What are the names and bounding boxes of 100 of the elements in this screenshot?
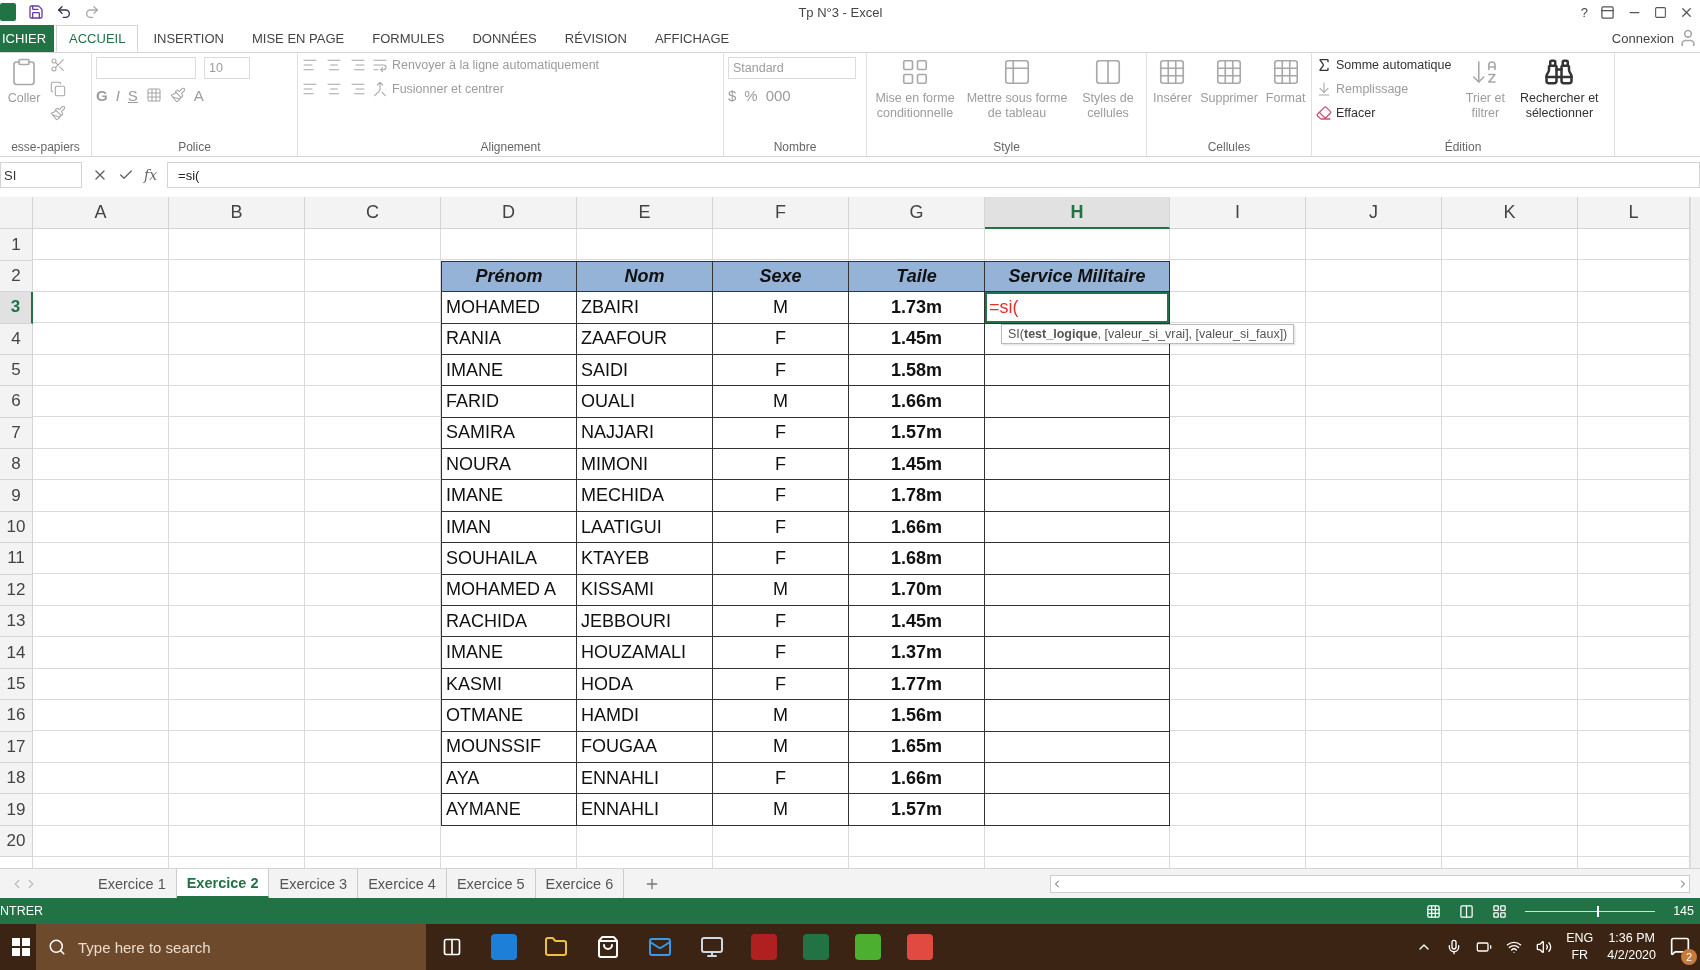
row-header[interactable]: 16 bbox=[0, 700, 33, 732]
row-header[interactable]: 19 bbox=[0, 794, 33, 826]
table-cell: ENNAHLI bbox=[577, 763, 713, 795]
zoom-level: 145 bbox=[1673, 904, 1694, 919]
column-header[interactable]: A bbox=[33, 197, 169, 230]
function-button[interactable]: fx bbox=[144, 167, 158, 184]
store-icon[interactable] bbox=[596, 935, 620, 960]
column-header[interactable]: B bbox=[169, 197, 305, 230]
table-cell: OTMANE bbox=[441, 700, 577, 732]
undo-icon[interactable] bbox=[56, 4, 72, 21]
row-header[interactable]: 18 bbox=[0, 763, 33, 795]
group-label: Alignement bbox=[480, 140, 541, 155]
row-header[interactable]: 13 bbox=[0, 606, 33, 638]
row-header[interactable]: 6 bbox=[0, 386, 33, 418]
table-cell: 1.66m bbox=[849, 763, 985, 795]
vertical-scrollbar[interactable] bbox=[1690, 197, 1700, 869]
table-cell: F bbox=[713, 606, 849, 638]
row-header[interactable]: 3 bbox=[0, 292, 33, 324]
save-icon[interactable] bbox=[28, 4, 44, 21]
column-header[interactable]: F bbox=[713, 197, 849, 230]
column-header[interactable]: J bbox=[1306, 197, 1442, 230]
ribbon-tab[interactable]: MISE EN PAGE bbox=[239, 24, 358, 52]
page-layout-icon[interactable] bbox=[1459, 903, 1475, 919]
row-header[interactable]: 20 bbox=[0, 825, 33, 858]
ribbon-tab[interactable]: FORMULES bbox=[359, 24, 458, 52]
ribbon-tab[interactable]: AFFICHAGE bbox=[641, 24, 743, 52]
row-header[interactable]: 2 bbox=[0, 260, 33, 293]
column-header[interactable]: G bbox=[849, 197, 985, 230]
page-break-icon[interactable] bbox=[1492, 903, 1508, 919]
table-cell: M bbox=[713, 292, 849, 324]
volume-icon[interactable] bbox=[1536, 939, 1553, 956]
table-cell: HODA bbox=[577, 668, 713, 701]
row-header[interactable]: 4 bbox=[0, 323, 33, 355]
table-cell: 1.77m bbox=[849, 668, 985, 701]
column-title: Prénom bbox=[441, 260, 577, 293]
row-header[interactable]: 7 bbox=[0, 417, 33, 450]
ribbon-options-icon[interactable] bbox=[1600, 4, 1615, 20]
language-label[interactable]: ENG bbox=[1566, 929, 1594, 948]
brush-icon[interactable] bbox=[50, 104, 66, 121]
table-cell: KTAYEB bbox=[577, 543, 713, 575]
clear-button[interactable]: Effacer bbox=[1316, 104, 1452, 121]
table-cell: AYMANE bbox=[441, 794, 577, 826]
redo-icon[interactable] bbox=[84, 4, 100, 21]
taskbar-search-field[interactable]: Type here to search bbox=[36, 924, 426, 970]
file-tab[interactable]: ICHIER bbox=[0, 24, 55, 52]
row-header[interactable]: 5 bbox=[0, 354, 33, 387]
monitor-icon[interactable] bbox=[700, 935, 724, 960]
column-header[interactable]: L bbox=[1578, 197, 1690, 230]
column-header[interactable]: C bbox=[305, 197, 441, 230]
column-header[interactable]: H bbox=[985, 197, 1170, 230]
table-cell: KISSAMI bbox=[577, 574, 713, 607]
horizontal-scrollbar[interactable] bbox=[1050, 874, 1690, 893]
table-cell: IMANE bbox=[441, 637, 577, 669]
row-header[interactable]: 15 bbox=[0, 668, 33, 701]
cut-icon[interactable] bbox=[50, 56, 66, 73]
sheet-tab[interactable]: Exercice 2 bbox=[176, 869, 270, 899]
row-header[interactable]: 10 bbox=[0, 511, 33, 544]
column-header[interactable]: I bbox=[1170, 197, 1306, 230]
clock-date[interactable]: 4/2/2020 bbox=[1607, 947, 1656, 965]
formula-field[interactable]: =si( bbox=[167, 162, 1700, 189]
row-header[interactable]: 12 bbox=[0, 574, 33, 607]
row-header[interactable]: 1 bbox=[0, 229, 33, 261]
normal-view-icon[interactable] bbox=[1426, 903, 1442, 919]
find-select-button[interactable]: Rechercher et sélectionner bbox=[1519, 56, 1600, 123]
ribbon-tab[interactable]: DONNÉES bbox=[459, 24, 550, 52]
autosum-button[interactable]: Somme automatique bbox=[1316, 56, 1452, 73]
table-cell: ZAAFOUR bbox=[577, 323, 713, 355]
table-cell: 1.66m bbox=[849, 511, 985, 544]
start-icon[interactable] bbox=[12, 938, 30, 957]
font-field[interactable] bbox=[96, 56, 196, 79]
row-header[interactable]: 17 bbox=[0, 731, 33, 763]
wifi-icon[interactable] bbox=[1506, 939, 1523, 956]
clock-time[interactable]: 1:36 PM bbox=[1608, 929, 1655, 948]
ribbon-tab[interactable]: RÉVISION bbox=[551, 24, 640, 52]
row-header[interactable]: 9 bbox=[0, 480, 33, 512]
group-label: Édition bbox=[1444, 140, 1482, 155]
table-cell: SOUHAILA bbox=[441, 543, 577, 575]
fill-down-icon bbox=[1316, 80, 1332, 97]
column-header[interactable]: E bbox=[577, 197, 713, 230]
sigma-icon bbox=[1316, 56, 1332, 73]
name-box[interactable]: SI bbox=[0, 162, 82, 189]
table-cell: F bbox=[713, 323, 849, 355]
ribbon-tab[interactable]: INSERTION bbox=[140, 24, 237, 52]
row-header[interactable]: 8 bbox=[0, 449, 33, 481]
help-button[interactable]: ? bbox=[1580, 4, 1588, 20]
table-cell: 1.58m bbox=[849, 354, 985, 387]
table-cell: MOHAMED bbox=[441, 292, 577, 324]
table-cell: F bbox=[713, 763, 849, 795]
column-header[interactable]: K bbox=[1442, 197, 1578, 230]
task-view-icon[interactable] bbox=[442, 937, 462, 958]
keyboard-layout[interactable]: FR bbox=[1571, 947, 1589, 965]
formula-cell[interactable]: =si( bbox=[985, 292, 1170, 324]
row-header[interactable]: 11 bbox=[0, 543, 33, 575]
table-cell: F bbox=[713, 637, 849, 669]
table-cell: 1.70m bbox=[849, 574, 985, 607]
column-header[interactable]: D bbox=[441, 197, 577, 230]
row-header[interactable]: 14 bbox=[0, 637, 33, 669]
ribbon-tab[interactable]: ACCUEIL bbox=[56, 24, 139, 52]
sign-in-link[interactable]: Connexion bbox=[1611, 30, 1674, 46]
restore-icon[interactable] bbox=[1654, 5, 1667, 19]
